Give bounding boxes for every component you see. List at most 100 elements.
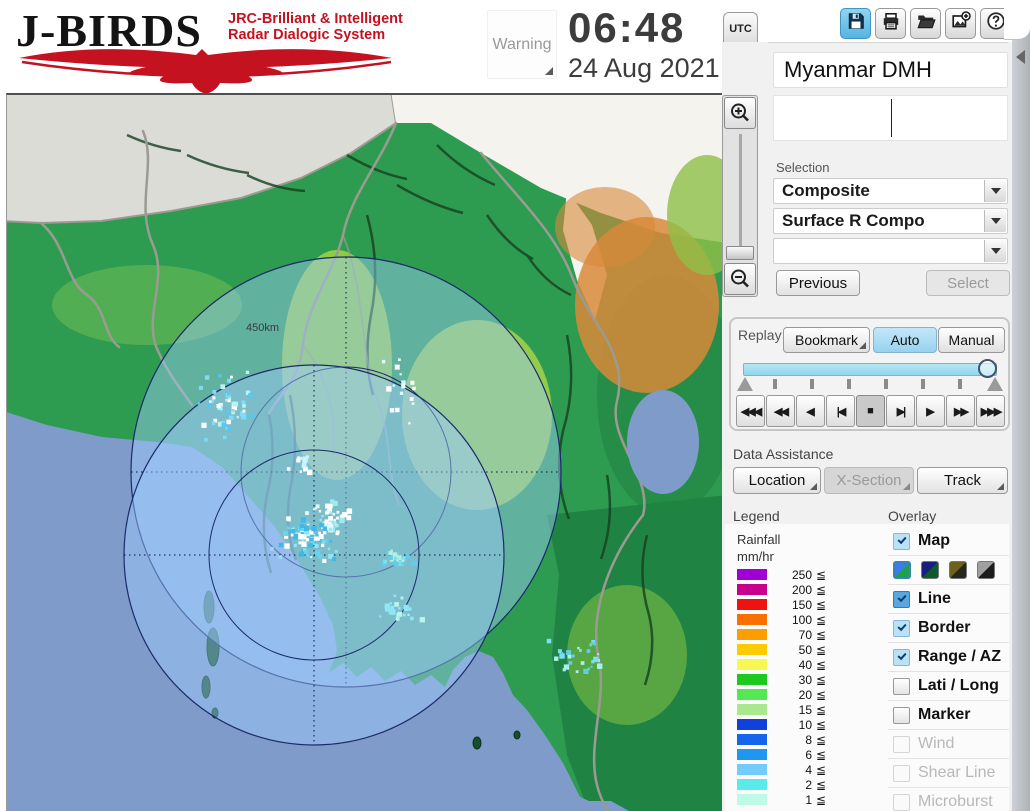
dropdown-button[interactable]	[984, 210, 1006, 232]
station-name-field[interactable]: Myanmar DMH	[773, 52, 1008, 88]
bookmark-button[interactable]: Bookmark	[783, 327, 870, 353]
legend-unit: mm/hr	[737, 549, 774, 564]
panel-collapse-strip[interactable]	[1012, 0, 1030, 811]
map-style-gray-black-swatch[interactable]	[977, 561, 995, 579]
overlay-row-map[interactable]: Map	[888, 527, 1009, 556]
skip-forward-fast-button[interactable]: ▶▶▶	[976, 395, 1005, 427]
map-checkbox[interactable]	[893, 532, 910, 550]
map-style-blue-green-swatch[interactable]	[893, 561, 911, 579]
precipitation-echo	[577, 646, 580, 650]
marker-checkbox[interactable]	[893, 706, 910, 724]
legend-color-swatch	[737, 689, 767, 700]
overlay-row-microburst[interactable]: Microburst	[888, 788, 1009, 811]
dropdown-button[interactable]	[984, 180, 1006, 202]
dropdown-category[interactable]: Composite	[773, 178, 1008, 204]
precipitation-echo	[305, 538, 309, 542]
shear-line-checkbox	[893, 764, 910, 782]
border-checkbox[interactable]	[893, 619, 910, 637]
fast-forward-button[interactable]: ▶▶	[946, 395, 975, 427]
dropdown-button[interactable]	[984, 240, 1006, 262]
track-button[interactable]: Track	[917, 467, 1008, 494]
overlay-list: Map Line Border Range / AZ Lati / Long Marker…	[888, 527, 1009, 811]
slider-tick	[921, 379, 925, 389]
precipitation-echo	[395, 616, 400, 621]
manual-button[interactable]: Manual	[938, 327, 1005, 353]
precipitation-echo	[293, 543, 297, 547]
zoom-out-button[interactable]	[724, 263, 756, 295]
zoom-slider-track[interactable]	[739, 134, 742, 260]
lte-symbol: ≦	[815, 672, 826, 687]
range-ring-label: 450km	[246, 322, 279, 334]
save-button[interactable]	[840, 8, 871, 39]
overlay-row-range-az[interactable]: Range / AZ	[888, 643, 1009, 672]
location-button[interactable]: Location	[733, 467, 821, 494]
slider-handle[interactable]	[978, 359, 997, 378]
precipitation-echo	[317, 554, 323, 559]
precipitation-echo	[597, 653, 600, 656]
play-backward-button[interactable]: ◀	[796, 395, 825, 427]
station-list-box[interactable]	[773, 95, 1008, 141]
overlay-row-border[interactable]: Border	[888, 614, 1009, 643]
precipitation-echo	[561, 651, 563, 654]
panel-separator	[768, 42, 1008, 43]
overlay-row-marker[interactable]: Marker	[888, 701, 1009, 730]
add-image-button[interactable]	[945, 8, 976, 39]
x-section-button[interactable]: X-Section	[824, 467, 914, 494]
precipitation-echo	[334, 550, 338, 553]
legend-row: 250 ≦	[737, 567, 826, 582]
overlay-row-wind[interactable]: Wind	[888, 730, 1009, 759]
replay-label: Replay	[738, 327, 782, 343]
precipitation-echo	[216, 395, 219, 398]
warning-button[interactable]: Warning	[487, 10, 557, 79]
stop-button[interactable]: ■	[856, 395, 885, 427]
legend-threshold: 8	[805, 732, 812, 747]
range-start-marker[interactable]	[737, 377, 753, 391]
auto-button[interactable]: Auto	[873, 327, 937, 353]
range-az-checkbox[interactable]	[893, 648, 910, 666]
precipitation-echo	[211, 399, 215, 403]
precipitation-echo	[398, 607, 401, 610]
precipitation-echo	[592, 641, 596, 646]
jbirds-application: J-BIRDS JRC-Brilliant & Intelligent Rada…	[0, 0, 1030, 811]
precipitation-echo	[393, 562, 399, 567]
zoom-slider-handle[interactable]	[726, 246, 754, 260]
map-canvas: 450km	[7, 95, 722, 811]
previous-button[interactable]: Previous	[776, 270, 860, 296]
timezone-utc-button[interactable]: UTC	[723, 12, 758, 46]
overlay-row-shear-line[interactable]: Shear Line	[888, 759, 1009, 788]
step-forward-button[interactable]: ▶|	[886, 395, 915, 427]
precipitation-echo	[226, 410, 231, 415]
precipitation-echo	[406, 555, 410, 559]
open-folder-button[interactable]	[910, 8, 941, 39]
overlay-row-line[interactable]: Line	[888, 585, 1009, 614]
precipitation-echo	[583, 668, 589, 674]
precipitation-echo	[299, 470, 303, 473]
precipitation-echo	[591, 659, 595, 664]
print-button[interactable]	[875, 8, 906, 39]
precipitation-echo	[398, 358, 401, 362]
zoom-in-button[interactable]	[724, 97, 756, 129]
select-button[interactable]: Select	[926, 270, 1010, 296]
dropdown-option[interactable]	[773, 238, 1008, 264]
dropdown-product[interactable]: Surface R Compo	[773, 208, 1008, 234]
precipitation-echo	[286, 467, 291, 471]
menu-corner-icon	[997, 483, 1004, 490]
map-style-olive-black-swatch[interactable]	[949, 561, 967, 579]
radar-map[interactable]: 450km	[6, 93, 722, 811]
precipitation-echo	[300, 517, 307, 523]
rewind-button[interactable]: ◀◀	[766, 395, 795, 427]
overlay-row-lati-long[interactable]: Lati / Long	[888, 672, 1009, 701]
lte-symbol: ≦	[815, 732, 826, 747]
rewind-fast-button[interactable]: ◀◀◀	[736, 395, 765, 427]
range-end-marker[interactable]	[987, 377, 1003, 391]
map-style-navy-darkgreen-swatch[interactable]	[921, 561, 939, 579]
legend-row: 6 ≦	[737, 747, 826, 762]
add-image-icon	[951, 11, 971, 36]
play-forward-button[interactable]: ▶	[916, 395, 945, 427]
lati-long-checkbox[interactable]	[893, 677, 910, 695]
step-backward-button[interactable]: |◀	[826, 395, 855, 427]
replay-progress-slider[interactable]	[743, 363, 997, 376]
line-checkbox[interactable]	[893, 590, 910, 608]
precipitation-echo	[318, 534, 324, 540]
precipitation-echo	[398, 553, 401, 556]
